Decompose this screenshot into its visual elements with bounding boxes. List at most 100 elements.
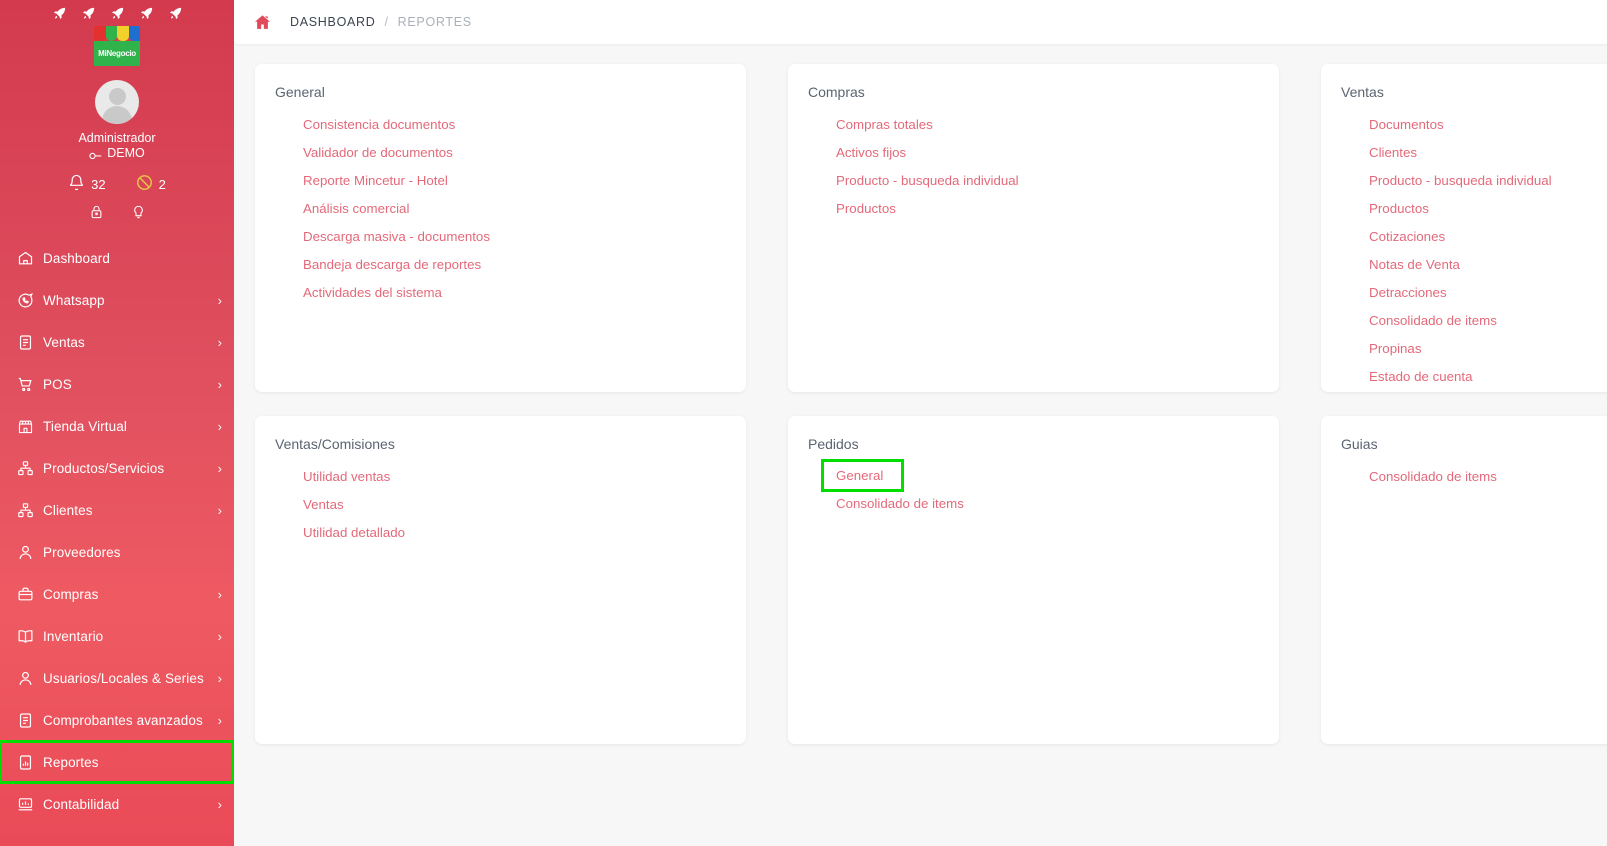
- person-icon: [14, 668, 36, 688]
- sidebar-item-clientes[interactable]: Clientes ›: [0, 489, 234, 531]
- report-link-general[interactable]: General: [820, 459, 905, 492]
- rocket-decoration-row: [0, 0, 234, 24]
- report-link-producto-busqueda-individual[interactable]: Producto - busqueda individual: [1369, 166, 1552, 194]
- chevron-right-icon: ›: [217, 376, 222, 392]
- whatsapp-icon: [14, 290, 36, 310]
- report-card-cell: Ventas Documentos Clientes Producto - busqu…: [1300, 56, 1607, 400]
- report-link-utilidad-detallado[interactable]: Utilidad detallado: [303, 518, 405, 546]
- blocked-counter[interactable]: 2: [136, 174, 166, 194]
- sidebar-item-dashboard[interactable]: Dashboard: [0, 237, 234, 279]
- sidebar-item-inventario[interactable]: Inventario ›: [0, 615, 234, 657]
- report-link-reporte-mincetur-hotel[interactable]: Reporte Mincetur - Hotel: [303, 166, 448, 194]
- report-link-producto-busqueda-individual[interactable]: Producto - busqueda individual: [836, 166, 1019, 194]
- report-link-consistencia-documentos[interactable]: Consistencia documentos: [303, 110, 455, 138]
- card-link-list: General Consolidado de items: [808, 459, 1279, 517]
- bell-icon: [68, 174, 85, 194]
- sidebar-item-pos[interactable]: POS ›: [0, 363, 234, 405]
- report-link-propinas[interactable]: Propinas: [1369, 334, 1421, 362]
- sidebar-item-label: Contabilidad: [43, 796, 120, 812]
- chevron-right-icon: ›: [217, 502, 222, 518]
- brand-logo[interactable]: MiNegocio: [0, 26, 234, 66]
- logo-awning-icon: [94, 26, 140, 41]
- report-card-pedidos: Pedidos General Consolidado de items: [788, 416, 1279, 744]
- sidebar-nav: Dashboard Whatsapp › Ventas › POS › Tienda Virt…: [0, 237, 234, 825]
- sidebar-item-label: Tienda Virtual: [43, 418, 127, 434]
- home-icon[interactable]: [251, 11, 273, 33]
- breadcrumb-current: REPORTES: [397, 15, 472, 29]
- sidebar-item-label: Compras: [43, 586, 99, 602]
- report-link-validador-de-documentos[interactable]: Validador de documentos: [303, 138, 453, 166]
- lock-icon[interactable]: [89, 204, 104, 225]
- rocket-icon: [110, 6, 125, 21]
- report-link-an-lisis-comercial[interactable]: Análisis comercial: [303, 194, 409, 222]
- report-link-productos[interactable]: Productos: [836, 194, 896, 222]
- store-icon: [14, 416, 36, 436]
- report-card-cell: Guias Consolidado de items: [1300, 408, 1607, 752]
- app-root: MiNegocio Administrador DEMO 32 2 Dashbo…: [0, 0, 1607, 846]
- report-link-notas-de-venta[interactable]: Notas de Venta: [1369, 250, 1460, 278]
- report-link-bandeja-descarga-de-reportes[interactable]: Bandeja descarga de reportes: [303, 250, 481, 278]
- no-entry-icon: [136, 174, 153, 194]
- briefcase-icon: [14, 584, 36, 604]
- report-link-cotizaciones[interactable]: Cotizaciones: [1369, 222, 1445, 250]
- report-link-estado-de-cuenta[interactable]: Estado de cuenta: [1369, 362, 1473, 390]
- sidebar-item-productos-servicios[interactable]: Productos/Servicios ›: [0, 447, 234, 489]
- card-title: Guias: [1341, 436, 1378, 452]
- cart-icon: [14, 374, 36, 394]
- sidebar-item-tienda-virtual[interactable]: Tienda Virtual ›: [0, 405, 234, 447]
- sidebar-item-compras[interactable]: Compras ›: [0, 573, 234, 615]
- sidebar-item-proveedores[interactable]: Proveedores: [0, 531, 234, 573]
- report-link-actividades-del-sistema[interactable]: Actividades del sistema: [303, 278, 442, 306]
- report-card-ventas: Ventas Documentos Clientes Producto - busqu…: [1321, 64, 1607, 392]
- sidebar-item-usuarios-locales-series[interactable]: Usuarios/Locales & Series ›: [0, 657, 234, 699]
- report-link-ventas[interactable]: Ventas: [303, 490, 344, 518]
- sidebar: MiNegocio Administrador DEMO 32 2 Dashbo…: [0, 0, 234, 846]
- report-card-cell: General Consistencia documentos Validador …: [234, 56, 767, 400]
- report-link-compras-totales[interactable]: Compras totales: [836, 110, 933, 138]
- report-link-descarga-masiva-documentos[interactable]: Descarga masiva - documentos: [303, 222, 490, 250]
- chevron-right-icon: ›: [217, 460, 222, 476]
- user-role-label: DEMO: [107, 146, 145, 160]
- document-icon: [14, 710, 36, 730]
- report-link-clientes[interactable]: Clientes: [1369, 138, 1417, 166]
- chevron-right-icon: ›: [217, 418, 222, 434]
- report-link-consolidado-de-items[interactable]: Consolidado de items: [1369, 462, 1497, 490]
- avatar[interactable]: [0, 80, 234, 124]
- chevron-right-icon: ›: [217, 628, 222, 644]
- breadcrumb-root[interactable]: DASHBOARD: [290, 15, 375, 29]
- sidebar-item-reportes[interactable]: Reportes: [0, 740, 234, 784]
- notifications-count: 32: [91, 176, 106, 192]
- report-link-productos[interactable]: Productos: [1369, 194, 1429, 222]
- report-card-general: General Consistencia documentos Validador …: [255, 64, 746, 392]
- card-title: Ventas/Comisiones: [275, 436, 395, 452]
- accounting-icon: [14, 794, 36, 814]
- sidebar-item-comprobantes-avanzados[interactable]: Comprobantes avanzados ›: [0, 699, 234, 741]
- sidebar-item-label: Ventas: [43, 334, 85, 350]
- sidebar-item-whatsapp[interactable]: Whatsapp ›: [0, 279, 234, 321]
- report-link-detracciones[interactable]: Detracciones: [1369, 278, 1447, 306]
- card-title: Pedidos: [808, 436, 859, 452]
- report-card-cell: Ventas/Comisiones Utilidad ventas Ventas Ut…: [234, 408, 767, 752]
- top-bar: DASHBOARD / REPORTES: [234, 0, 1607, 44]
- notifications-counter[interactable]: 32: [68, 174, 106, 194]
- card-link-list: Documentos Clientes Producto - busqueda in…: [1341, 110, 1607, 390]
- sidebar-item-label: Comprobantes avanzados: [43, 712, 203, 728]
- report-card-guias: Guias Consolidado de items: [1321, 416, 1607, 744]
- breadcrumb-separator: /: [384, 15, 389, 29]
- products-icon: [14, 458, 36, 478]
- report-link-documentos[interactable]: Documentos: [1369, 110, 1444, 138]
- sidebar-item-label: Whatsapp: [43, 292, 105, 308]
- link-chain-icon: [89, 149, 103, 159]
- card-link-list: Consolidado de items: [1341, 462, 1607, 490]
- status-counters: 32 2: [0, 174, 234, 194]
- report-link-utilidad-ventas[interactable]: Utilidad ventas: [303, 462, 390, 490]
- card-title: Ventas: [1341, 84, 1384, 100]
- sidebar-item-contabilidad[interactable]: Contabilidad ›: [0, 783, 234, 825]
- lightbulb-icon[interactable]: [131, 204, 146, 225]
- report-link-activos-fijos[interactable]: Activos fijos: [836, 138, 906, 166]
- report-link-consolidado-de-items[interactable]: Consolidado de items: [836, 489, 964, 517]
- report-link-consolidado-de-items[interactable]: Consolidado de items: [1369, 306, 1497, 334]
- sidebar-item-ventas[interactable]: Ventas ›: [0, 321, 234, 363]
- home-store-icon: [14, 248, 36, 268]
- chevron-right-icon: ›: [217, 586, 222, 602]
